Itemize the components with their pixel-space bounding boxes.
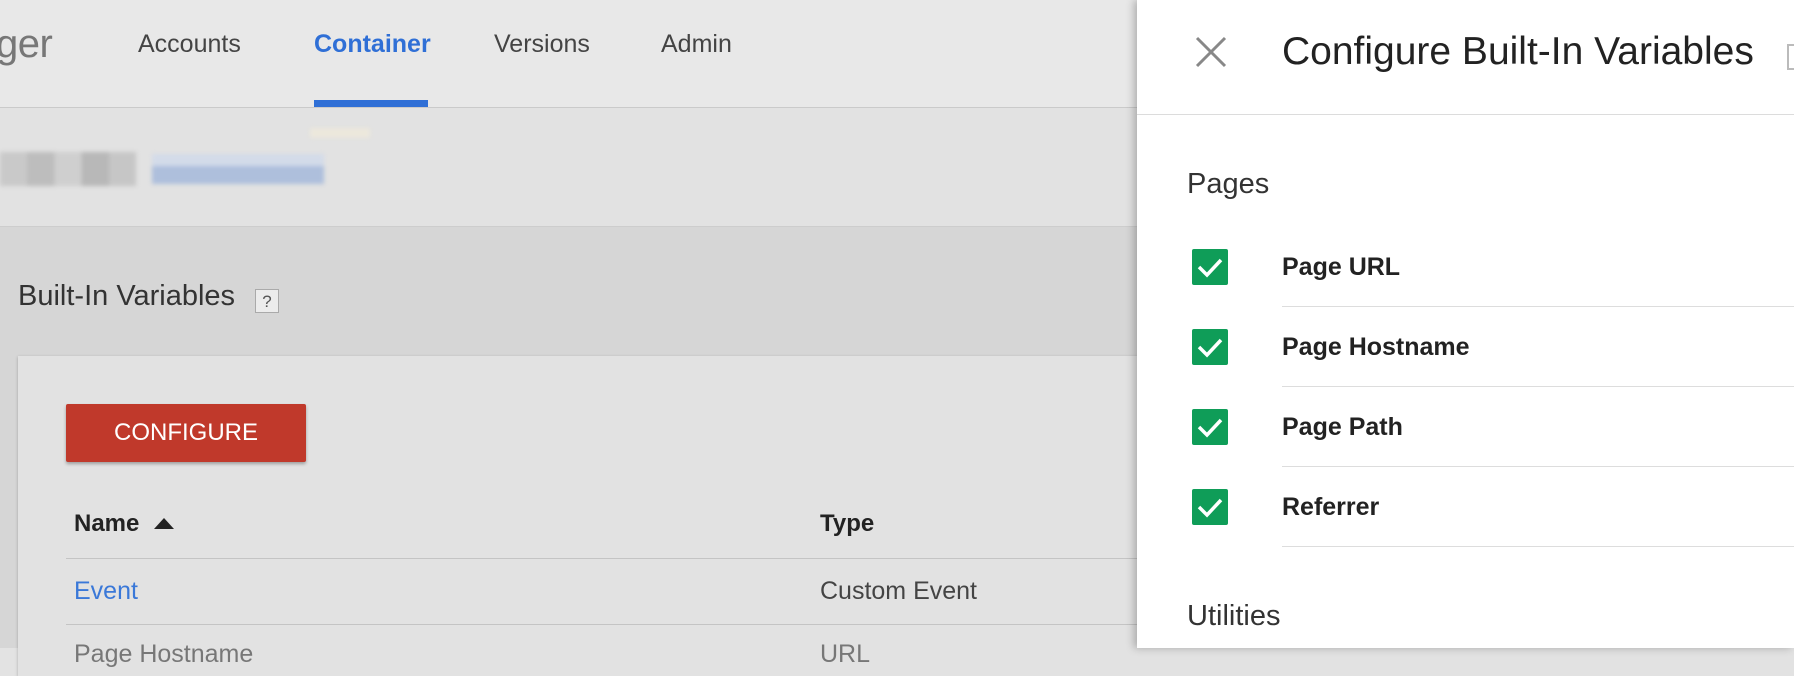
checkbox-label[interactable]: Page Path bbox=[1282, 413, 1403, 442]
checkbox-label[interactable]: Page URL bbox=[1282, 253, 1400, 282]
divider bbox=[1282, 546, 1794, 547]
divider bbox=[1282, 306, 1794, 307]
active-tab-indicator bbox=[314, 100, 428, 107]
checkbox-referrer[interactable] bbox=[1192, 489, 1228, 525]
tab-versions[interactable]: Versions bbox=[494, 30, 590, 59]
redacted-detail bbox=[310, 128, 370, 138]
page-title: Built-In Variables bbox=[18, 280, 236, 312]
configure-variables-panel: Configure Built-In Variables Pages Page … bbox=[1137, 0, 1794, 648]
divider bbox=[1282, 386, 1794, 387]
tab-accounts[interactable]: Accounts bbox=[138, 30, 241, 59]
configure-button[interactable]: CONFIGURE bbox=[66, 404, 306, 462]
check-icon bbox=[1197, 258, 1223, 278]
table-row-name-link[interactable]: Event bbox=[74, 577, 138, 606]
redacted-container-link[interactable] bbox=[152, 154, 324, 184]
checkbox-page-path[interactable] bbox=[1192, 409, 1228, 445]
table-row-type: URL bbox=[820, 640, 871, 668]
checkbox-page-url[interactable] bbox=[1192, 249, 1228, 285]
checkbox-page-hostname[interactable] bbox=[1192, 329, 1228, 365]
redacted-account-name bbox=[0, 152, 136, 186]
sort-ascending-icon[interactable] bbox=[154, 518, 174, 529]
checkbox-label[interactable]: Referrer bbox=[1282, 493, 1379, 522]
tab-admin[interactable]: Admin bbox=[661, 30, 732, 59]
check-icon bbox=[1197, 418, 1223, 438]
check-icon bbox=[1197, 338, 1223, 358]
panel-title: Configure Built-In Variables bbox=[1282, 30, 1754, 73]
column-header-type[interactable]: Type bbox=[820, 510, 874, 538]
check-icon bbox=[1197, 498, 1223, 518]
panel-header: Configure Built-In Variables bbox=[1137, 0, 1794, 115]
help-icon[interactable]: ? bbox=[255, 289, 279, 313]
product-logo: ger bbox=[0, 22, 53, 66]
help-icon[interactable] bbox=[1787, 44, 1794, 70]
column-header-name[interactable]: Name bbox=[74, 510, 139, 538]
close-icon[interactable] bbox=[1193, 34, 1229, 70]
table-row-name-link[interactable]: Page Hostname bbox=[74, 640, 253, 669]
divider bbox=[1282, 466, 1794, 467]
group-title-utilities: Utilities bbox=[1187, 600, 1281, 632]
tab-container[interactable]: Container bbox=[314, 30, 431, 59]
group-title-pages: Pages bbox=[1187, 168, 1270, 200]
table-row-type: Custom Event bbox=[820, 577, 978, 605]
checkbox-label[interactable]: Page Hostname bbox=[1282, 333, 1470, 362]
